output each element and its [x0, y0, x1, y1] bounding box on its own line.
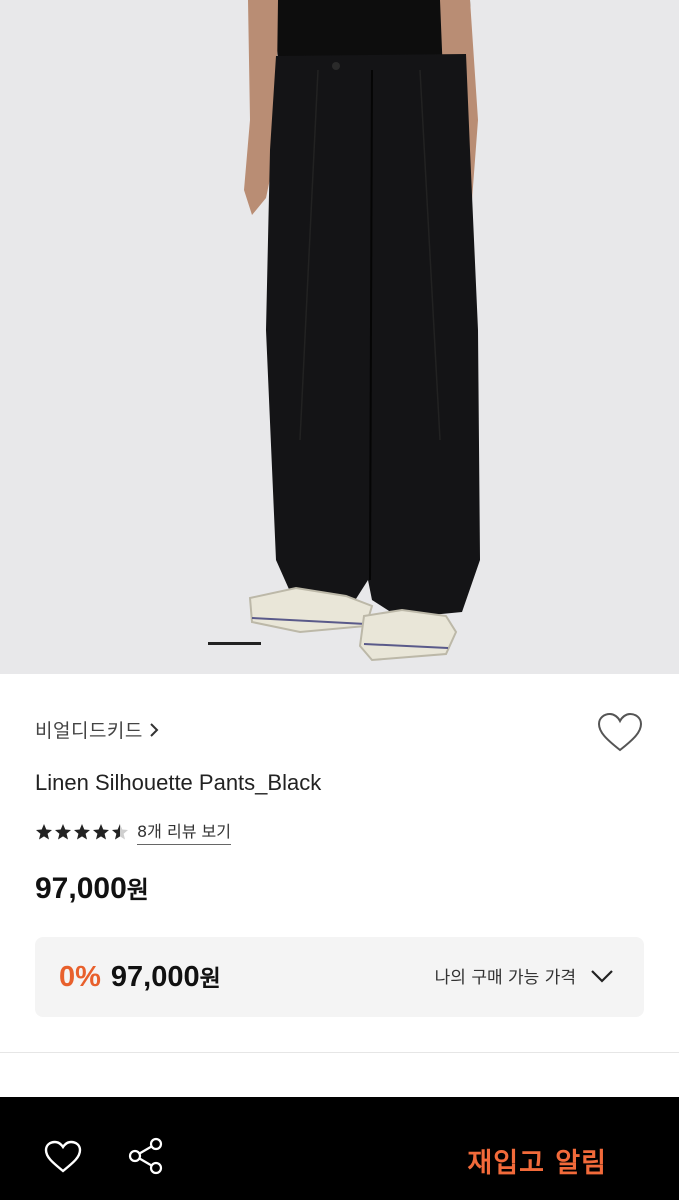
- section-divider: [0, 1052, 679, 1053]
- chevron-down-icon: [591, 969, 613, 983]
- brand-name: 비얼디드키드: [35, 720, 143, 742]
- bottom-action-bar: 재입고 알림: [0, 1097, 679, 1200]
- discounted-price: 97,000원: [111, 959, 221, 994]
- rating-stars: [35, 823, 129, 841]
- my-price-toggle[interactable]: 나의 구매 가능 가격: [435, 963, 614, 988]
- price-number: 97,000: [35, 872, 127, 905]
- share-icon[interactable]: [128, 1137, 164, 1175]
- star-full-icon: [36, 823, 52, 839]
- product-title: Linen Silhouette Pants_Black: [35, 770, 322, 795]
- star-full-icon: [55, 823, 71, 839]
- discounted-price-number: 97,000: [110, 961, 200, 993]
- product-photo: [244, 0, 480, 662]
- chevron-right-icon: [150, 722, 159, 737]
- carousel-indicator: [208, 642, 261, 645]
- discount-rate: 0%: [59, 961, 101, 993]
- review-link[interactable]: 8개 리뷰 보기: [137, 818, 231, 845]
- rating-row: 8개 리뷰 보기: [35, 818, 231, 845]
- product-image[interactable]: [0, 0, 679, 674]
- my-price-box[interactable]: 0% 97,000원 나의 구매 가능 가격: [35, 937, 644, 1017]
- price-unit: 원: [126, 876, 149, 904]
- discount-price: 0% 97,000원: [59, 959, 221, 994]
- star-full-icon: [93, 823, 109, 839]
- star-full-icon: [74, 823, 90, 839]
- heart-outline-icon[interactable]: [596, 712, 644, 754]
- product-price: 97,000원: [35, 870, 149, 906]
- my-price-label: 나의 구매 가능 가격: [434, 968, 576, 988]
- brand-link[interactable]: 비얼디드키드: [35, 716, 159, 743]
- heart-outline-icon[interactable]: [44, 1140, 82, 1174]
- discounted-price-unit: 원: [199, 966, 221, 992]
- star-half-icon: [112, 823, 128, 839]
- restock-alert-button[interactable]: 재입고 알림: [467, 1141, 607, 1180]
